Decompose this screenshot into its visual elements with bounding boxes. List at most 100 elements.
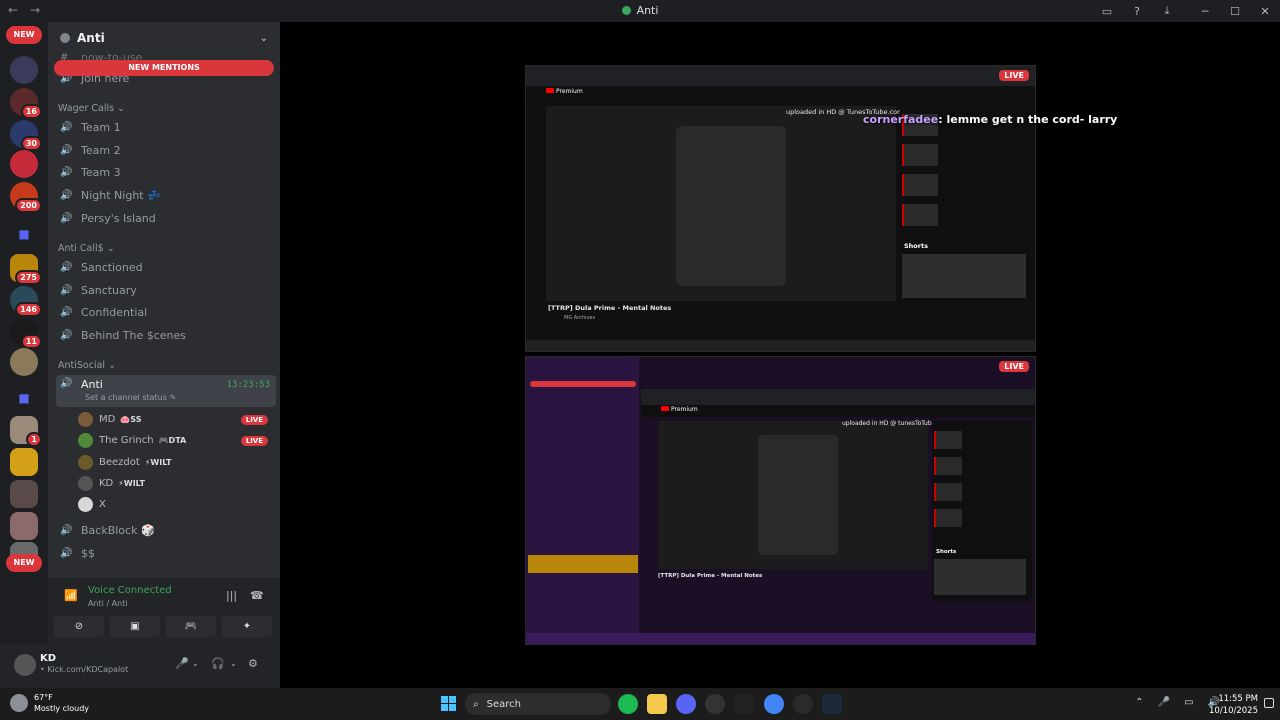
microphone-icon[interactable]: 🎤: [175, 657, 189, 670]
weather-widget[interactable]: 67°F Mostly cloudy: [10, 692, 89, 714]
voice-user-tag: ⚡WILT: [144, 458, 172, 467]
new-unreads-pill-bottom[interactable]: NEW: [6, 554, 42, 572]
chrome-icon[interactable]: [764, 694, 784, 714]
server-the-cre[interactable]: 146: [10, 286, 42, 317]
channel-label: Team 1: [81, 120, 121, 134]
spotify-icon[interactable]: [618, 694, 638, 714]
app-icon-2[interactable]: [793, 694, 813, 714]
channel-confidential[interactable]: 🔊 Confidential: [56, 301, 276, 323]
server-windy-city[interactable]: [10, 56, 38, 84]
signal-icon[interactable]: 📶: [64, 589, 78, 602]
server-badge: 30: [20, 136, 42, 151]
voice-user[interactable]: The Grinch 🎮DTA LIVE: [78, 430, 268, 451]
channel-persys-island[interactable]: 🔊 Persy's Island: [56, 207, 276, 229]
server-3[interactable]: 30: [10, 120, 42, 151]
channel-anti-active[interactable]: 🔊 Anti 13:23:53 Set a channel status ✎: [56, 375, 276, 407]
file-explorer-icon[interactable]: [647, 694, 667, 714]
stream-tile-bottom[interactable]: LIVE Premium uploaded in HD @ tunesToTub…: [525, 356, 1036, 645]
voice-buttons: ⊘ ▣ 🎮 ✦: [54, 616, 272, 637]
channel-sanctuary[interactable]: 🔊 Sanctuary: [56, 279, 276, 301]
disconnect-icon[interactable]: ☎: [250, 589, 264, 602]
noise-suppression-icon[interactable]: |||: [226, 589, 237, 602]
help-icon[interactable]: ?: [1122, 5, 1152, 18]
voice-user[interactable]: Beezdot ⚡WILT: [78, 452, 268, 473]
mini-taskbar: [526, 340, 1035, 351]
live-badge: LIVE: [240, 414, 268, 425]
channel-team-1[interactable]: 🔊 Team 1: [56, 116, 276, 138]
voice-user[interactable]: MD 🐽SS LIVE: [78, 409, 268, 430]
clock[interactable]: 11:55 PM 10/10/2025: [1209, 693, 1258, 717]
folder-icon[interactable]: ■: [10, 220, 38, 248]
new-mentions-banner[interactable]: NEW MENTIONS: [54, 60, 274, 76]
user-name[interactable]: KD: [40, 653, 56, 664]
channel-status[interactable]: Set a channel status ✎: [85, 393, 176, 402]
voice-location[interactable]: Anti / Anti: [88, 599, 128, 608]
screen-share-button[interactable]: ▣: [110, 616, 160, 637]
thumbnail[interactable]: [902, 174, 938, 196]
server-5[interactable]: 200: [10, 182, 42, 213]
new-unreads-pill-top[interactable]: NEW: [6, 26, 42, 44]
download-icon[interactable]: ⤓: [1152, 4, 1182, 18]
channel-dollars[interactable]: 🔊 $$: [56, 542, 276, 564]
channel-team-3[interactable]: 🔊 Team 3: [56, 161, 276, 183]
chevron-down-icon[interactable]: ⌄: [192, 659, 199, 668]
maximize-button[interactable]: ☐: [1220, 5, 1250, 18]
activity-button[interactable]: 🎮: [166, 616, 216, 637]
voice-user[interactable]: X: [78, 494, 268, 515]
channel-backblock[interactable]: 🔊 BackBlock 🎲: [56, 519, 276, 541]
taskbar-search[interactable]: ⌕ Search: [465, 693, 611, 715]
soundboard-button[interactable]: ✦: [222, 616, 272, 637]
voice-status[interactable]: Voice Connected: [88, 585, 172, 596]
stream-tile-top[interactable]: LIVE Premium uploaded in HD @ TunesToTub…: [525, 65, 1036, 352]
system-tray: ⌃ 🎤 ▭ 🔊: [1135, 697, 1220, 708]
voice-user[interactable]: KD ⚡WILT: [78, 473, 268, 494]
chevron-down-icon[interactable]: ⌄: [230, 659, 237, 668]
channel-team-2[interactable]: 🔊 Team 2: [56, 139, 276, 161]
app-icon[interactable]: [705, 694, 725, 714]
category-antisocial[interactable]: AntiSocial ⌄: [58, 360, 116, 371]
thumbnail[interactable]: [902, 204, 938, 226]
speaker-icon: 🔊: [60, 547, 73, 559]
start-button[interactable]: [441, 696, 456, 711]
category-anti-calls[interactable]: Anti Call$ ⌄: [58, 243, 115, 254]
channel-label: Confidential: [81, 305, 148, 319]
nested-video-player: [658, 421, 928, 569]
epic-games-icon[interactable]: [734, 694, 754, 714]
server-13[interactable]: [10, 512, 38, 540]
server-12[interactable]: [10, 480, 38, 508]
server-11[interactable]: [10, 448, 38, 476]
channel-label: Sanctioned: [81, 260, 143, 274]
chevron-up-icon[interactable]: ⌃: [1135, 697, 1143, 708]
thumbnail[interactable]: [902, 144, 938, 166]
close-button[interactable]: ✕: [1250, 5, 1280, 18]
server-2[interactable]: 16: [10, 88, 42, 119]
avatar[interactable]: [14, 654, 36, 676]
steam-icon[interactable]: [822, 694, 842, 714]
notification-icon[interactable]: [1264, 698, 1274, 708]
channel-sanctioned[interactable]: 🔊 Sanctioned: [56, 256, 276, 278]
channel-label: Team 2: [81, 143, 121, 157]
server-4[interactable]: [10, 150, 38, 178]
shorts-thumbnails[interactable]: [902, 254, 1026, 298]
chat-message: : lemme get n the cord- larry: [938, 113, 1118, 126]
server-8[interactable]: 11: [10, 318, 42, 349]
video-player[interactable]: [546, 106, 896, 301]
minimize-button[interactable]: ─: [1190, 5, 1220, 18]
gear-icon[interactable]: ⚙: [248, 657, 258, 670]
temperature: 67°F: [34, 693, 53, 702]
premium-label: Premium: [556, 88, 583, 95]
inbox-icon[interactable]: ▭: [1092, 5, 1122, 18]
server-9[interactable]: [10, 348, 38, 376]
discord-icon[interactable]: [676, 694, 696, 714]
server-10[interactable]: 1: [10, 416, 42, 447]
network-icon[interactable]: ▭: [1184, 697, 1193, 708]
headphones-icon[interactable]: 🎧: [211, 657, 225, 670]
server-6[interactable]: 275: [10, 254, 42, 285]
server-icon: [621, 6, 631, 15]
channel-behind-the-scenes[interactable]: 🔊 Behind The $cenes: [56, 324, 276, 346]
microphone-icon[interactable]: 🎤: [1158, 697, 1170, 708]
folder-icon-2[interactable]: ■: [10, 384, 38, 412]
channel-night-night[interactable]: 🔊 Night Night 💤: [56, 184, 276, 206]
camera-off-button[interactable]: ⊘: [54, 616, 104, 637]
category-wager-calls[interactable]: Wager Calls ⌄: [58, 103, 125, 114]
